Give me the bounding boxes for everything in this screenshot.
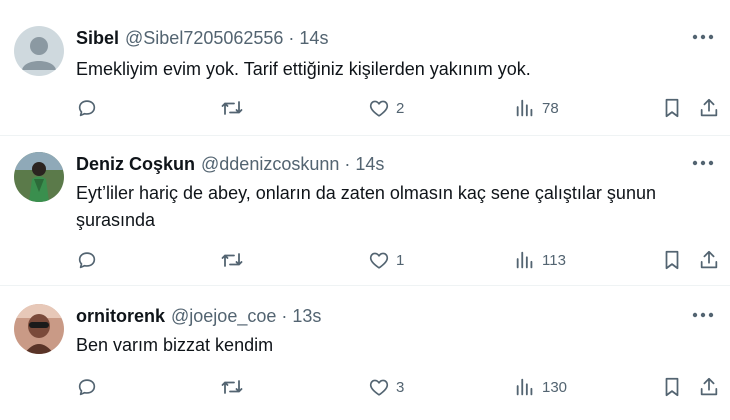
avatar[interactable] xyxy=(14,26,64,76)
avatar[interactable] xyxy=(14,152,64,202)
reply-button[interactable] xyxy=(76,94,98,122)
bookmark-icon xyxy=(665,377,679,397)
timestamp[interactable]: 14s xyxy=(299,28,328,49)
tweet-text: Eyt’liler hariç de abey, onların da zate… xyxy=(76,183,656,230)
more-icon xyxy=(692,160,714,166)
more-options-button[interactable] xyxy=(690,26,716,48)
person-photo-icon xyxy=(14,304,64,354)
more-options-button[interactable] xyxy=(690,152,716,174)
retweet-button[interactable] xyxy=(220,246,244,274)
retweet-icon xyxy=(221,380,243,394)
separator-dot: · xyxy=(344,153,351,174)
retweet-button[interactable] xyxy=(220,94,244,122)
tweet[interactable]: ornitorenk @joejoe_coe · 13s Ben varım b… xyxy=(0,286,730,420)
avatar[interactable] xyxy=(14,304,64,354)
like-count: 3 xyxy=(396,378,405,396)
more-icon xyxy=(692,34,714,40)
timestamp[interactable]: 13s xyxy=(292,306,321,327)
bookmark-button[interactable] xyxy=(662,373,682,401)
share-icon xyxy=(700,377,718,396)
tweet-header: Deniz Coşkun @ddenizcoskunn · 14s xyxy=(76,151,384,177)
like-button[interactable]: 2 xyxy=(368,94,404,122)
views-count: 78 xyxy=(542,99,559,117)
share-button[interactable] xyxy=(698,373,720,401)
user-handle[interactable]: @Sibel7205062556 xyxy=(125,28,283,49)
reply-icon xyxy=(78,252,96,269)
tweet-actions: 1 113 xyxy=(0,246,730,274)
views-button[interactable]: 113 xyxy=(514,246,566,274)
default-avatar-icon xyxy=(14,26,64,76)
share-button[interactable] xyxy=(698,246,720,274)
share-button[interactable] xyxy=(698,94,720,122)
views-icon xyxy=(516,99,533,117)
reply-button[interactable] xyxy=(76,246,98,274)
like-icon xyxy=(369,379,389,396)
tweet-text: Ben varım bizzat kendim xyxy=(76,335,274,355)
tweet[interactable]: Deniz Coşkun @ddenizcoskunn · 14s Eyt’li… xyxy=(0,136,730,286)
bookmark-icon xyxy=(665,250,679,270)
more-options-button[interactable] xyxy=(690,304,716,326)
tweet[interactable]: Sibel @Sibel7205062556 · 14s Emekliyim e… xyxy=(0,0,730,136)
retweet-icon xyxy=(221,101,243,115)
like-icon xyxy=(369,252,389,269)
views-button[interactable]: 130 xyxy=(514,373,567,401)
reply-icon xyxy=(78,379,96,396)
bookmark-button[interactable] xyxy=(662,94,682,122)
tweet-text: Emekliyim evim yok. Tarif ettiğiniz kişi… xyxy=(76,59,531,79)
more-icon xyxy=(692,312,714,318)
display-name[interactable]: Sibel xyxy=(76,28,119,49)
views-icon xyxy=(516,251,533,269)
share-icon xyxy=(700,98,718,117)
bookmark-icon xyxy=(665,98,679,118)
separator-dot: · xyxy=(288,27,295,48)
retweet-icon xyxy=(221,253,243,267)
views-count: 113 xyxy=(542,251,566,269)
person-photo-icon xyxy=(14,152,64,202)
bookmark-button[interactable] xyxy=(662,246,682,274)
display-name[interactable]: Deniz Coşkun xyxy=(76,154,195,175)
views-count: 130 xyxy=(542,378,568,396)
like-count: 1 xyxy=(396,251,405,269)
reply-button[interactable] xyxy=(76,373,98,401)
display-name[interactable]: ornitorenk xyxy=(76,306,165,327)
user-handle[interactable]: @joejoe_coe xyxy=(171,306,276,327)
separator-dot: · xyxy=(281,305,288,326)
tweet-actions: 3 130 xyxy=(0,373,730,401)
reply-icon xyxy=(78,100,96,117)
like-button[interactable]: 1 xyxy=(368,246,404,274)
share-icon xyxy=(700,250,718,269)
timestamp[interactable]: 14s xyxy=(355,154,384,175)
tweet-actions: 2 78 xyxy=(0,94,730,122)
retweet-button[interactable] xyxy=(220,373,244,401)
user-handle[interactable]: @ddenizcoskunn xyxy=(201,154,339,175)
views-button[interactable]: 78 xyxy=(514,94,559,122)
like-button[interactable]: 3 xyxy=(368,373,404,401)
views-icon xyxy=(516,378,533,396)
like-icon xyxy=(369,100,389,117)
tweet-header: Sibel @Sibel7205062556 · 14s xyxy=(76,25,328,51)
like-count: 2 xyxy=(396,99,405,117)
tweet-feed: Sibel @Sibel7205062556 · 14s Emekliyim e… xyxy=(0,0,730,420)
tweet-header: ornitorenk @joejoe_coe · 13s xyxy=(76,303,321,329)
